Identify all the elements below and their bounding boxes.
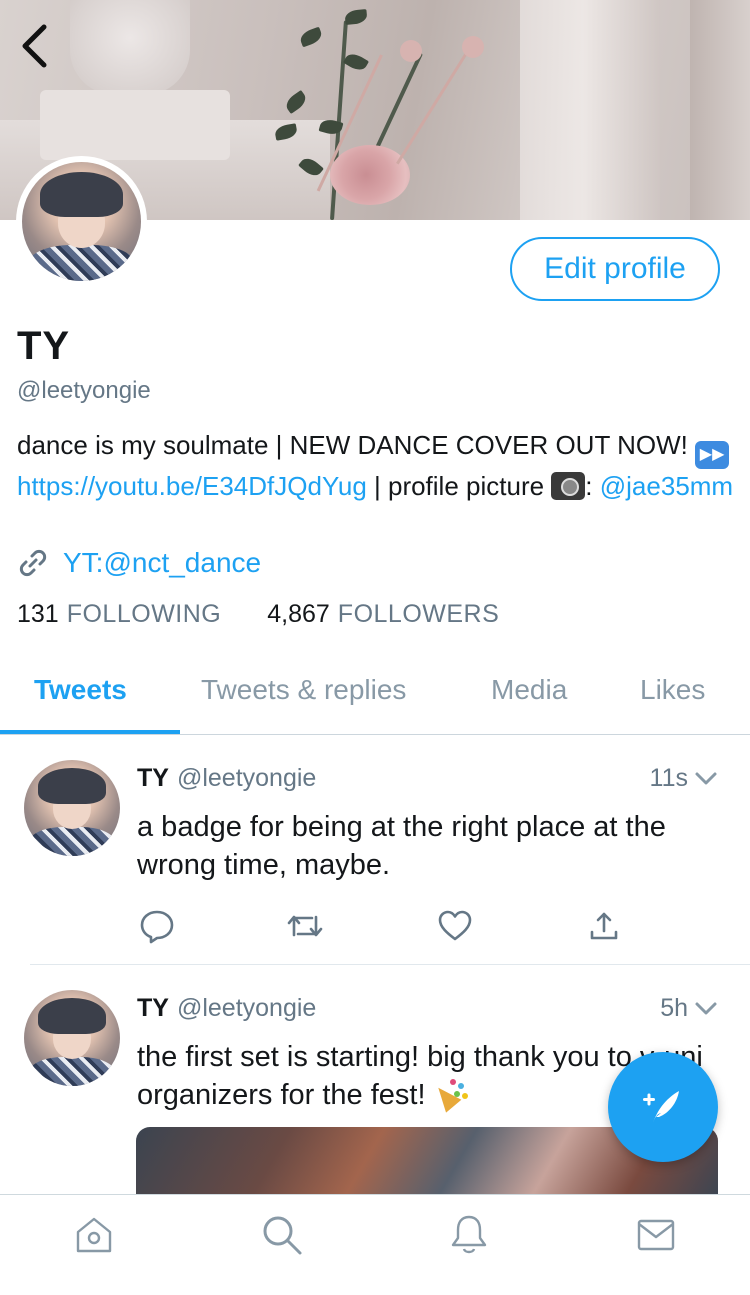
like-button[interactable] [435, 906, 475, 946]
tweet-text: a badge for being at the right place at … [137, 811, 666, 881]
tweet-time-menu[interactable]: 11s [650, 764, 718, 793]
back-button[interactable] [14, 22, 54, 70]
tab-tweets[interactable]: Tweets [34, 674, 127, 706]
tab-home[interactable] [72, 1213, 116, 1257]
link-icon [19, 549, 47, 577]
profile-tabs: Tweets Tweets & replies Media Likes [0, 660, 750, 735]
followers-stat[interactable]: 4,867 FOLLOWERS [267, 600, 499, 629]
reply-button[interactable] [137, 906, 177, 946]
chevron-down-icon[interactable] [694, 771, 718, 787]
following-label: FOLLOWING [66, 600, 222, 628]
tweet-timestamp: 11s [649, 764, 688, 792]
tab-search[interactable] [260, 1213, 304, 1257]
tab-notifications[interactable] [447, 1213, 491, 1257]
tweet-actions [137, 906, 637, 946]
bio-text-2: | profile picture [366, 471, 545, 501]
bio-text-3: : [585, 471, 593, 501]
share-button[interactable] [584, 906, 624, 946]
compose-tweet-button[interactable] [608, 1052, 718, 1162]
tweet-avatar[interactable] [24, 990, 120, 1086]
compose-tweet-icon [643, 1091, 679, 1123]
tweet-author-handle: @leetyongie [176, 994, 317, 1022]
profile-bio: dance is my soulmate | NEW DANCE COVER O… [17, 428, 737, 503]
active-tab-indicator [0, 730, 180, 734]
tweet-time-menu[interactable]: 5h [660, 994, 718, 1023]
retweet-button[interactable] [285, 906, 325, 946]
edit-profile-button[interactable]: Edit profile [510, 237, 720, 301]
tab-likes[interactable]: Likes [640, 674, 705, 706]
notifications-bell-icon [451, 1215, 487, 1254]
tab-media[interactable]: Media [491, 674, 567, 706]
tweet-author-name: TY [137, 994, 169, 1022]
tweet-avatar[interactable] [24, 760, 120, 856]
tab-messages[interactable] [634, 1213, 678, 1257]
tweet-divider [30, 964, 750, 965]
followers-label: FOLLOWERS [337, 600, 500, 628]
bio-mention-link[interactable]: @jae35mm [600, 471, 733, 501]
home-icon [76, 1217, 112, 1253]
tab-tweets-and-replies[interactable]: Tweets & replies [201, 674, 406, 706]
profile-stats: 131 FOLLOWING 4,867 FOLLOWERS [17, 600, 499, 629]
profile-display-name: TY [17, 324, 71, 368]
avatar-image [22, 162, 141, 281]
following-count: 131 [17, 600, 59, 628]
tweet-timestamp: 5h [660, 994, 688, 1022]
profile-avatar[interactable] [16, 156, 147, 287]
profile-handle: @leetyongie [17, 377, 151, 404]
tweet-author-name: TY [137, 764, 169, 792]
messages-envelope-icon [637, 1219, 675, 1251]
followers-count: 4,867 [267, 600, 330, 628]
search-icon [263, 1216, 302, 1255]
chevron-down-icon[interactable] [694, 1001, 718, 1017]
fast-forward-emoji-icon: ▶▶ [695, 441, 730, 469]
following-stat[interactable]: 131 FOLLOWING [17, 600, 221, 629]
party-popper-emoji-icon [434, 1077, 468, 1109]
tweet-author: TY @leetyongie [137, 764, 316, 793]
bio-link[interactable]: https://youtu.be/E34DfJQdYug [17, 471, 367, 501]
reply-icon [140, 910, 174, 944]
bio-text: dance is my soulmate | NEW DANCE COVER O… [17, 430, 688, 460]
heart-icon [438, 910, 472, 941]
camera-emoji-icon [551, 472, 586, 500]
tweet-author-handle: @leetyongie [176, 764, 317, 792]
profile-website-link[interactable]: YT:@nct_dance [63, 547, 261, 579]
profile-website-row[interactable]: YT:@nct_dance [17, 545, 261, 581]
bottom-tab-bar [0, 1194, 750, 1295]
retweet-icon [287, 915, 323, 937]
share-icon [590, 912, 618, 940]
chevron-left-icon [22, 24, 47, 68]
tweet-author: TY @leetyongie [137, 994, 316, 1023]
